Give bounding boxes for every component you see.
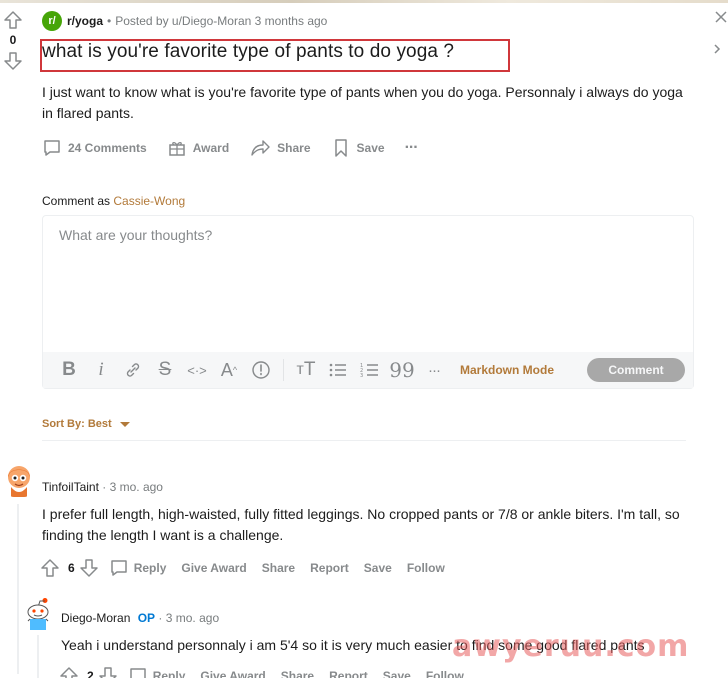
subreddit-link[interactable]: r/yoga <box>67 14 103 28</box>
comment-input-placeholder[interactable]: What are your thoughts? <box>59 227 212 243</box>
avatar[interactable] <box>24 597 52 631</box>
link-icon[interactable] <box>117 356 149 384</box>
close-icon[interactable] <box>714 10 728 24</box>
report-button[interactable]: Report <box>310 561 349 575</box>
comment-author[interactable]: Diego-Moran <box>61 611 130 625</box>
svg-text:3: 3 <box>360 373 363 379</box>
reply-button[interactable]: Reply <box>153 669 186 678</box>
numbered-list-icon[interactable]: 123 <box>354 356 386 384</box>
quote-block-icon[interactable]: 99 <box>386 356 418 384</box>
meta-separator: · <box>102 480 110 494</box>
sort-dropdown[interactable]: Sort By: Best <box>42 418 130 430</box>
bulleted-list-icon[interactable] <box>322 356 354 384</box>
vote-count: 0 <box>9 33 17 47</box>
reply-button[interactable]: Reply <box>134 561 167 575</box>
comment-as-label: Comment as <box>42 194 111 208</box>
award-button[interactable]: Award <box>167 138 229 158</box>
more-icon: ··· <box>404 139 419 156</box>
comment-editor[interactable]: What are your thoughts? B i S <·> A ^ тT … <box>42 215 694 389</box>
bookmark-icon <box>334 139 347 157</box>
upvote-icon[interactable] <box>40 558 60 578</box>
comment-time[interactable]: 3 mo. ago <box>166 611 219 625</box>
comment-actions: 6 Reply Give Award Share Report Save Fol… <box>40 558 460 578</box>
comment-icon <box>44 140 60 156</box>
post-vote-column: 0 <box>0 10 26 71</box>
markdown-mode-button[interactable]: Markdown Mode <box>460 363 554 377</box>
more-options-button[interactable]: ··· <box>404 139 419 157</box>
comment-submit-button[interactable]: Comment <box>587 358 685 382</box>
post: r/ r/yoga • Posted by u/Diego-Moran 3 mo… <box>40 10 702 441</box>
comment-meta: Diego-Moran OP · 3 mo. ago <box>61 611 219 625</box>
inline-code-icon[interactable]: <·> <box>181 356 213 384</box>
gift-icon <box>168 142 185 156</box>
comment-body: I prefer full length, high-waisted, full… <box>42 506 680 543</box>
upvote-icon[interactable] <box>59 666 79 678</box>
post-body: I just want to know what is you're favor… <box>42 84 683 121</box>
comments-button[interactable]: 24 Comments <box>42 138 147 158</box>
superscript-icon[interactable]: A ^ <box>213 356 245 384</box>
caret-down-icon <box>119 421 130 427</box>
comment-meta: TinfoilTaint · 3 mo. ago <box>42 480 163 494</box>
spoiler-icon[interactable] <box>245 356 277 384</box>
comments-label: 24 Comments <box>68 141 147 155</box>
meta-separator: • <box>107 14 112 28</box>
avatar[interactable] <box>6 463 32 497</box>
comment-as-username[interactable]: Cassie-Wong <box>113 194 185 208</box>
award-label: Award <box>192 141 230 155</box>
meta-separator: · <box>158 611 166 625</box>
top-strip <box>0 0 728 3</box>
collapse-icon[interactable] <box>712 42 726 56</box>
post-actions: 24 Comments Award Share Save ··· <box>42 138 438 158</box>
post-title: what is you're favorite type of pants to… <box>42 41 455 62</box>
share-label: Share <box>277 141 311 155</box>
sort-divider <box>42 440 686 441</box>
sort-label: Sort By: Best <box>42 418 112 430</box>
comment-actions: 2 Reply Give Award Share Report Save Fol… <box>59 666 479 678</box>
post-meta: r/ r/yoga • Posted by u/Diego-Moran 3 mo… <box>42 10 702 32</box>
save-button[interactable]: Save <box>331 138 385 158</box>
toolbar-divider <box>283 359 284 381</box>
thread-line[interactable] <box>17 504 19 674</box>
op-badge: OP <box>137 611 156 625</box>
share-button[interactable]: Share <box>262 561 295 575</box>
share-icon <box>251 140 270 156</box>
posted-by: Posted by u/Diego-Moran 3 months ago <box>115 14 328 28</box>
save-label: Save <box>356 141 385 155</box>
editor-toolbar: B i S <·> A ^ тT 123 99 ··· Markdown Mode… <box>43 352 693 388</box>
downvote-icon[interactable] <box>3 51 23 71</box>
heading-icon[interactable]: тT <box>290 356 322 384</box>
thread-line[interactable] <box>37 635 39 678</box>
reply-icon[interactable] <box>128 666 148 678</box>
comment-as: Comment as Cassie-Wong <box>42 194 185 208</box>
save-button[interactable]: Save <box>364 561 392 575</box>
save-button[interactable]: Save <box>383 669 411 678</box>
subreddit-icon[interactable]: r/ <box>42 11 62 31</box>
give-award-button[interactable]: Give Award <box>181 561 246 575</box>
follow-button[interactable]: Follow <box>426 669 464 678</box>
comment-time[interactable]: 3 mo. ago <box>110 480 163 494</box>
comment-score: 2 <box>87 669 94 678</box>
strikethrough-icon[interactable]: S <box>149 356 181 384</box>
share-button[interactable]: Share <box>281 669 314 678</box>
upvote-icon[interactable] <box>3 10 23 30</box>
downvote-icon[interactable] <box>79 558 99 578</box>
comment-author[interactable]: TinfoilTaint <box>42 480 99 494</box>
share-button[interactable]: Share <box>249 138 311 158</box>
italic-icon[interactable]: i <box>85 356 117 384</box>
follow-button[interactable]: Follow <box>407 561 445 575</box>
watermark: awyeruu.com <box>452 629 690 664</box>
give-award-button[interactable]: Give Award <box>200 669 265 678</box>
reply-icon[interactable] <box>109 558 129 578</box>
bold-icon[interactable]: B <box>53 356 85 384</box>
downvote-icon[interactable] <box>98 666 118 678</box>
toolbar-more-icon[interactable]: ··· <box>418 356 450 384</box>
report-button[interactable]: Report <box>329 669 368 678</box>
comment-score: 6 <box>68 561 75 575</box>
